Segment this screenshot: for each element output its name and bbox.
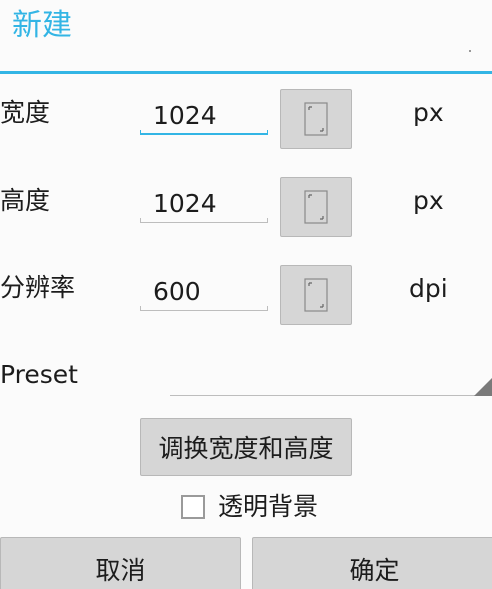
height-input[interactable] <box>140 185 268 221</box>
transparent-label: 透明背景 <box>218 492 319 521</box>
height-unit: px <box>413 186 444 215</box>
title-divider <box>0 71 492 74</box>
resolution-underline <box>140 306 268 311</box>
width-unit: px <box>413 98 444 127</box>
resolution-unit: dpi <box>409 274 448 303</box>
swap-dimensions-button[interactable]: 调换宽度和高度 <box>140 418 352 476</box>
title-dot <box>469 50 471 52</box>
resolution-size-button[interactable] <box>280 265 352 325</box>
height-field[interactable] <box>140 185 270 225</box>
dropdown-arrow-icon[interactable] <box>474 378 492 396</box>
width-label: 宽度 <box>0 98 51 127</box>
height-size-button[interactable] <box>280 177 352 237</box>
width-size-button[interactable] <box>280 89 352 149</box>
height-label: 高度 <box>0 186 51 215</box>
transparent-checkbox[interactable] <box>181 495 205 519</box>
preset-spinner[interactable] <box>170 360 492 398</box>
width-underline <box>140 130 268 135</box>
cancel-button[interactable]: 取消 <box>0 537 241 589</box>
page-size-icon <box>304 190 328 224</box>
preset-underline <box>170 395 492 396</box>
preset-label: Preset <box>0 360 78 389</box>
resolution-input[interactable] <box>140 273 268 309</box>
resolution-label: 分辨率 <box>0 273 76 302</box>
ok-button[interactable]: 确定 <box>252 537 492 589</box>
height-underline <box>140 218 268 223</box>
resolution-field[interactable] <box>140 273 270 313</box>
width-field[interactable] <box>140 97 270 137</box>
page-size-icon <box>304 278 328 312</box>
page-size-icon <box>304 102 328 136</box>
width-input[interactable] <box>140 97 268 133</box>
dialog-title: 新建 <box>12 8 72 43</box>
